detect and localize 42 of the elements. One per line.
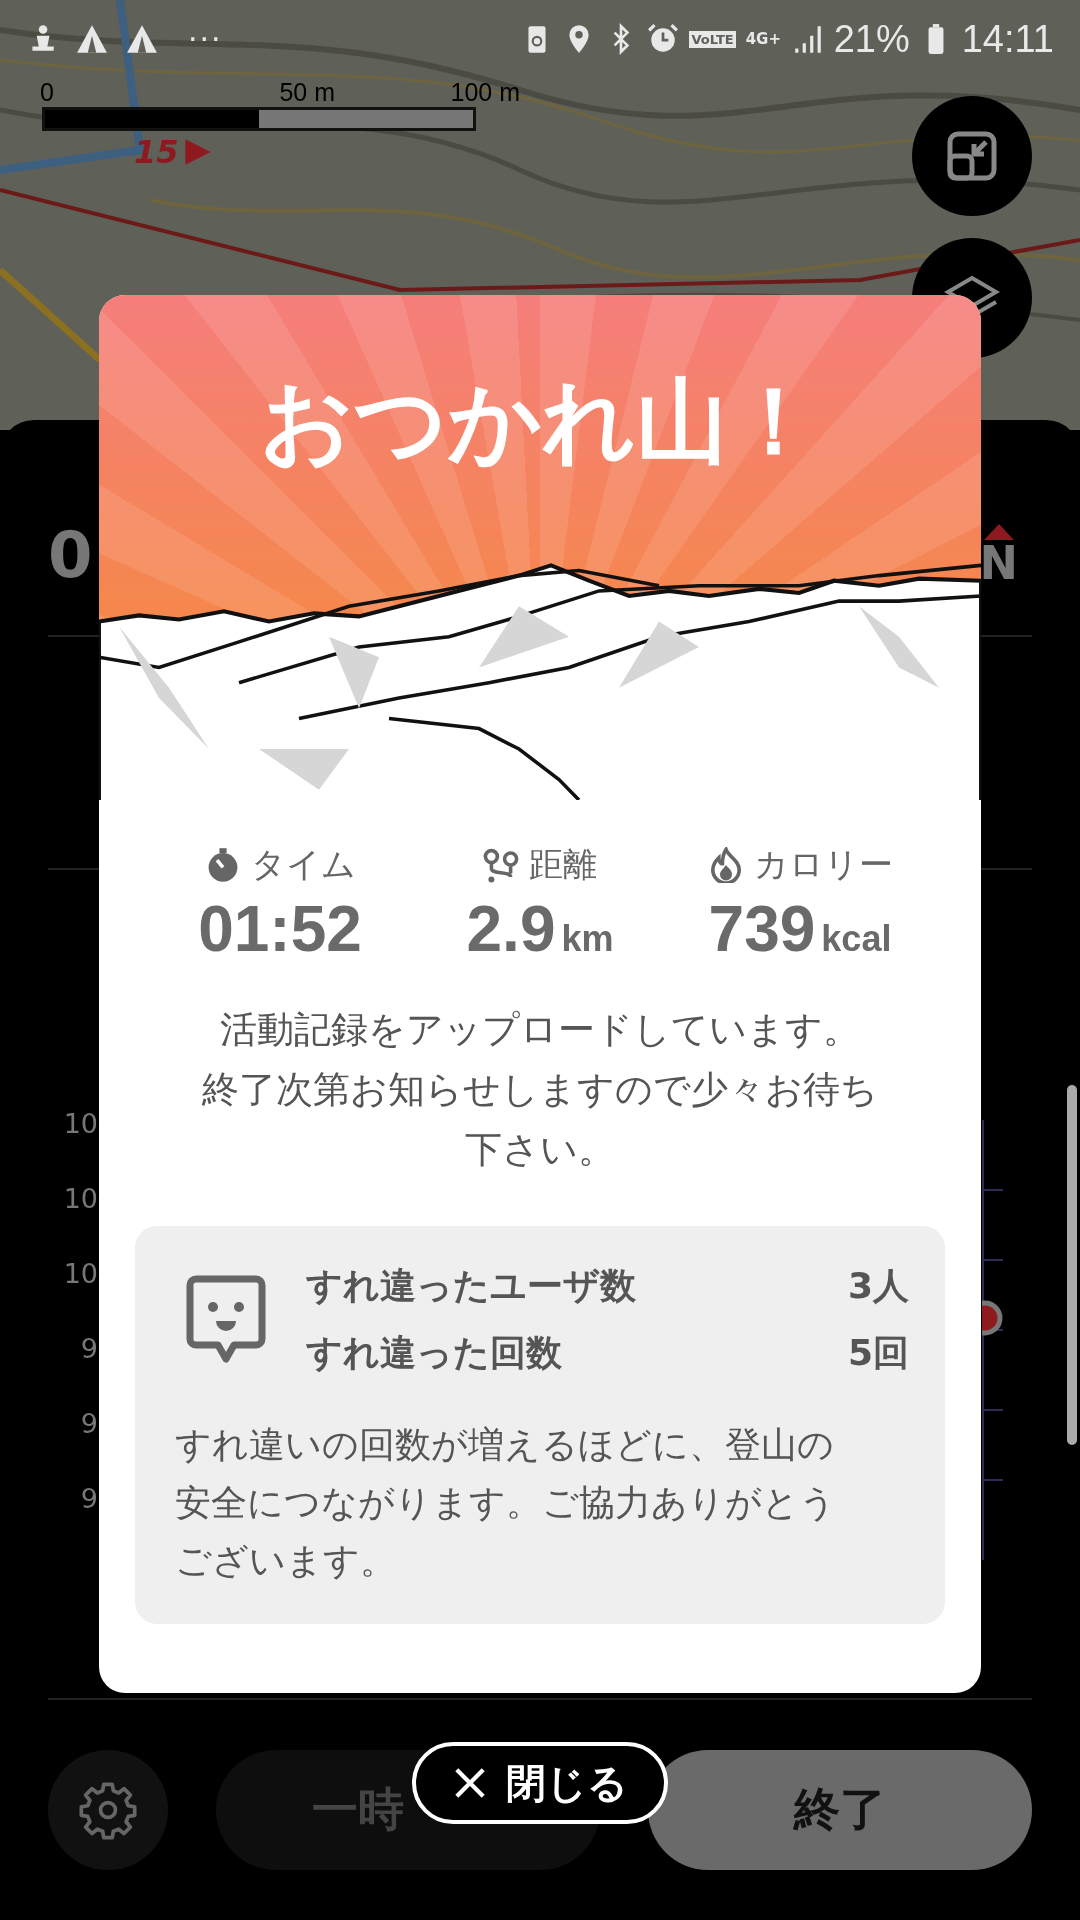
upload-message: 活動記録をアップロードしています。 — [219, 1007, 861, 1053]
scale-label: 0 — [40, 78, 54, 107]
network-type: 4G+ — [745, 31, 782, 47]
finish-button[interactable]: 終了 — [648, 1750, 1032, 1870]
close-button[interactable]: 閉じる — [412, 1742, 668, 1824]
encounter-note: すれ違いの回数が増えるほどに、登山の安全につながります。ご協力ありがとうございます。 — [174, 1423, 837, 1583]
volte-indicator: VoLTE — [689, 30, 736, 48]
scale-label: 50 m — [279, 78, 335, 107]
encounter-count: 5回 — [847, 1331, 909, 1375]
battery-percent: 21% — [833, 17, 910, 61]
encounter-label: すれ違ったユーザ数 — [306, 1264, 636, 1308]
route-marker-number: 15 — [134, 133, 179, 171]
clock: 14:11 — [961, 17, 1054, 61]
stat-unit: km — [561, 918, 614, 960]
scale-label: 100 m — [450, 78, 520, 107]
encounter-label: すれ違った回数 — [306, 1331, 562, 1375]
stat-unit: kcal — [821, 918, 892, 960]
axis-label: 9 — [80, 1410, 98, 1438]
axis-label: 10 — [63, 1110, 98, 1138]
route-icon — [483, 847, 519, 883]
north-triangle-icon — [983, 524, 1014, 540]
stat-value: 739 — [708, 892, 816, 966]
chat-face-icon — [186, 1275, 266, 1365]
dialog-title: おつかれ山！ — [260, 367, 820, 477]
stat-label: 距離 — [529, 843, 597, 886]
direction-triangle-icon — [182, 137, 213, 167]
axis-label: 9 — [80, 1485, 98, 1513]
upload-message: 終了次第お知らせしますので少々お待ち下さい。 — [201, 1067, 879, 1173]
stat-value: 01:52 — [198, 892, 362, 966]
axis-label: 10 — [63, 1185, 98, 1213]
axis-label: 9 — [80, 1335, 98, 1363]
tent-icon — [126, 23, 158, 55]
alarm-clock-icon — [647, 23, 680, 55]
axis-label: 10 — [63, 1260, 98, 1288]
elapsed-time: 0 — [48, 518, 93, 592]
tent-icon — [76, 23, 108, 55]
compass-north: N — [979, 540, 1018, 586]
stat-value: 2.9 — [466, 892, 556, 966]
stat-label: タイム — [250, 843, 356, 886]
stat-label: カロリー — [753, 843, 893, 886]
more-notifications: ··· — [188, 21, 223, 57]
encounter-count: 3人 — [847, 1264, 909, 1308]
